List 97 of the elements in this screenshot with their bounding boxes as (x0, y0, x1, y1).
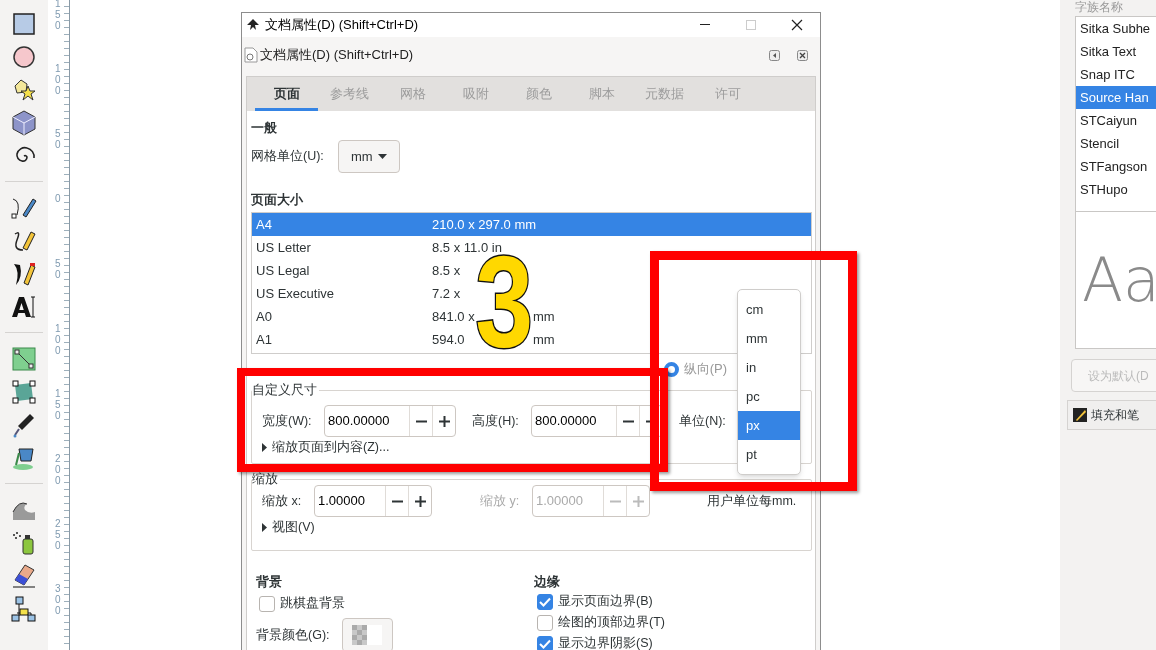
field-label: 网格单位(U): (251, 148, 324, 166)
spin-field[interactable]: 800.00000 (324, 405, 456, 437)
panel-legend: 字族名称 (1075, 0, 1156, 16)
section-heading: 一般 (251, 119, 277, 136)
expander-icon[interactable] (262, 522, 267, 532)
ruler-label: 50 (55, 128, 61, 150)
font-list-item[interactable]: Sitka Subhe (1076, 17, 1156, 40)
font-list-item[interactable]: Stencil (1076, 132, 1156, 155)
font-list-item[interactable]: Source Han (1076, 86, 1156, 109)
spin-field[interactable]: 1.00000 (314, 485, 432, 517)
menu-item[interactable]: px (738, 411, 800, 440)
checkerboard-swatch-icon (352, 625, 383, 645)
font-list-item[interactable]: STHupo (1076, 178, 1156, 201)
menu-item[interactable]: mm (738, 324, 800, 353)
eraser-icon[interactable] (11, 562, 37, 589)
panel-title: 文档属性(D) (Shift+Ctrl+D) (260, 46, 414, 65)
step-number: 3 (475, 252, 534, 350)
ruler-label: 100 (55, 323, 61, 356)
unit-dropdown[interactable]: mm (337, 140, 400, 173)
expander-icon[interactable] (262, 442, 267, 452)
minimize-icon (700, 24, 710, 26)
page-size-value: mm (533, 307, 555, 326)
maximize-icon (746, 20, 756, 30)
close-icon[interactable] (797, 49, 808, 61)
app-icon (246, 18, 260, 32)
checkbox[interactable] (537, 593, 553, 610)
page-size-value: 594.0 (432, 330, 466, 349)
checkbox[interactable] (537, 635, 553, 650)
section-heading: 背景 (256, 575, 282, 589)
page-size-name[interactable]: US Executive (252, 283, 432, 304)
group-legend: 自定义尺寸 (252, 382, 319, 398)
page-size-value: mm (533, 330, 555, 349)
expander-label[interactable]: 视图(V) (272, 517, 315, 537)
font-list-item[interactable]: Snap ITC (1076, 63, 1156, 86)
page-size-name[interactable]: A0 (252, 306, 432, 327)
checkbox-label: 显示边界阴影(S) (558, 635, 653, 650)
tab[interactable]: 页面 (255, 77, 318, 111)
page-size-name[interactable]: US Legal (252, 260, 432, 281)
ruler-label: 200 (55, 453, 61, 486)
field-label: 缩放 x: (262, 492, 303, 510)
page-size-row[interactable]: A4 210.0 x 297.0 mm (252, 213, 811, 236)
close-icon (791, 19, 803, 31)
font-list-item[interactable]: STCaiyun (1076, 109, 1156, 132)
page-size-value: 841.0 x (432, 307, 476, 326)
page-size-value: 8.5 x (432, 261, 462, 280)
document-icon (244, 47, 258, 63)
ruler-label: 50 (55, 258, 61, 280)
radio-label: 纵向(P) (683, 360, 727, 379)
checkbox[interactable] (537, 614, 553, 631)
calligraphy-pen-icon[interactable] (11, 260, 37, 287)
dropper-icon[interactable] (12, 411, 36, 438)
ruler-label: 150 (55, 388, 61, 421)
ruler-label: 100 (55, 63, 61, 96)
ruler-label: 250 (55, 518, 61, 551)
menu-item[interactable]: cm (738, 295, 800, 324)
dock-icon[interactable] (769, 49, 780, 61)
checkbox-label: 跳棋盘背景 (280, 595, 345, 613)
circle-icon[interactable] (12, 44, 36, 69)
menu-item[interactable]: in (738, 353, 800, 382)
checkbox[interactable] (259, 595, 275, 612)
color-button[interactable] (341, 618, 393, 650)
window-title: 文档属性(D) (Shift+Ctrl+D) (265, 16, 419, 35)
pen-icon (1072, 407, 1088, 423)
expander-label[interactable]: 缩放页面到内容(Z)... (272, 437, 390, 457)
ruler-label: 150 (55, 0, 61, 31)
section-heading: 边缘 (534, 575, 560, 589)
font-list-item[interactable]: STFangson (1076, 155, 1156, 178)
checkbox-label: 绘图的顶部边界(T) (558, 614, 665, 632)
rectangle-icon[interactable] (12, 11, 36, 36)
checkbox-label: 显示页面边界(B) (558, 593, 653, 611)
ruler-label: 0 (55, 193, 61, 204)
font-list-item[interactable]: Sitka Text (1076, 40, 1156, 63)
font-preview: Aa (1081, 244, 1156, 317)
field-label: 背景颜色(G): (256, 626, 330, 644)
caret-icon (377, 154, 387, 159)
page-size-name[interactable]: US Letter (252, 237, 432, 258)
plus-icon[interactable] (438, 415, 450, 427)
page-size-value: 7.2 x (432, 284, 462, 303)
unit-note: 用户单位每mm. (707, 492, 797, 510)
field-label: 宽度(W): (262, 412, 313, 430)
page-size-value: 8.5 x 11.0 in (432, 238, 503, 255)
field-label: 单位(N): (679, 412, 726, 430)
page-size-name[interactable]: A1 (252, 329, 432, 350)
star-icon[interactable] (11, 77, 37, 102)
section-heading: 页面大小 (251, 191, 303, 208)
text-tool-icon[interactable] (11, 294, 37, 319)
plus-icon[interactable] (414, 495, 426, 507)
cube-icon[interactable] (12, 109, 36, 136)
menu-item[interactable]: pt (738, 440, 800, 469)
connector-icon[interactable] (11, 595, 37, 622)
gradient-icon[interactable] (12, 346, 36, 371)
menu-item[interactable]: pc (738, 382, 800, 411)
field-label: 高度(H): (472, 412, 520, 430)
ruler-label: 300 (55, 583, 61, 616)
field-label: 缩放 y: (480, 492, 521, 510)
panel-tab[interactable]: 填充和笔 (1067, 400, 1156, 430)
spray-can-icon[interactable] (11, 529, 37, 556)
